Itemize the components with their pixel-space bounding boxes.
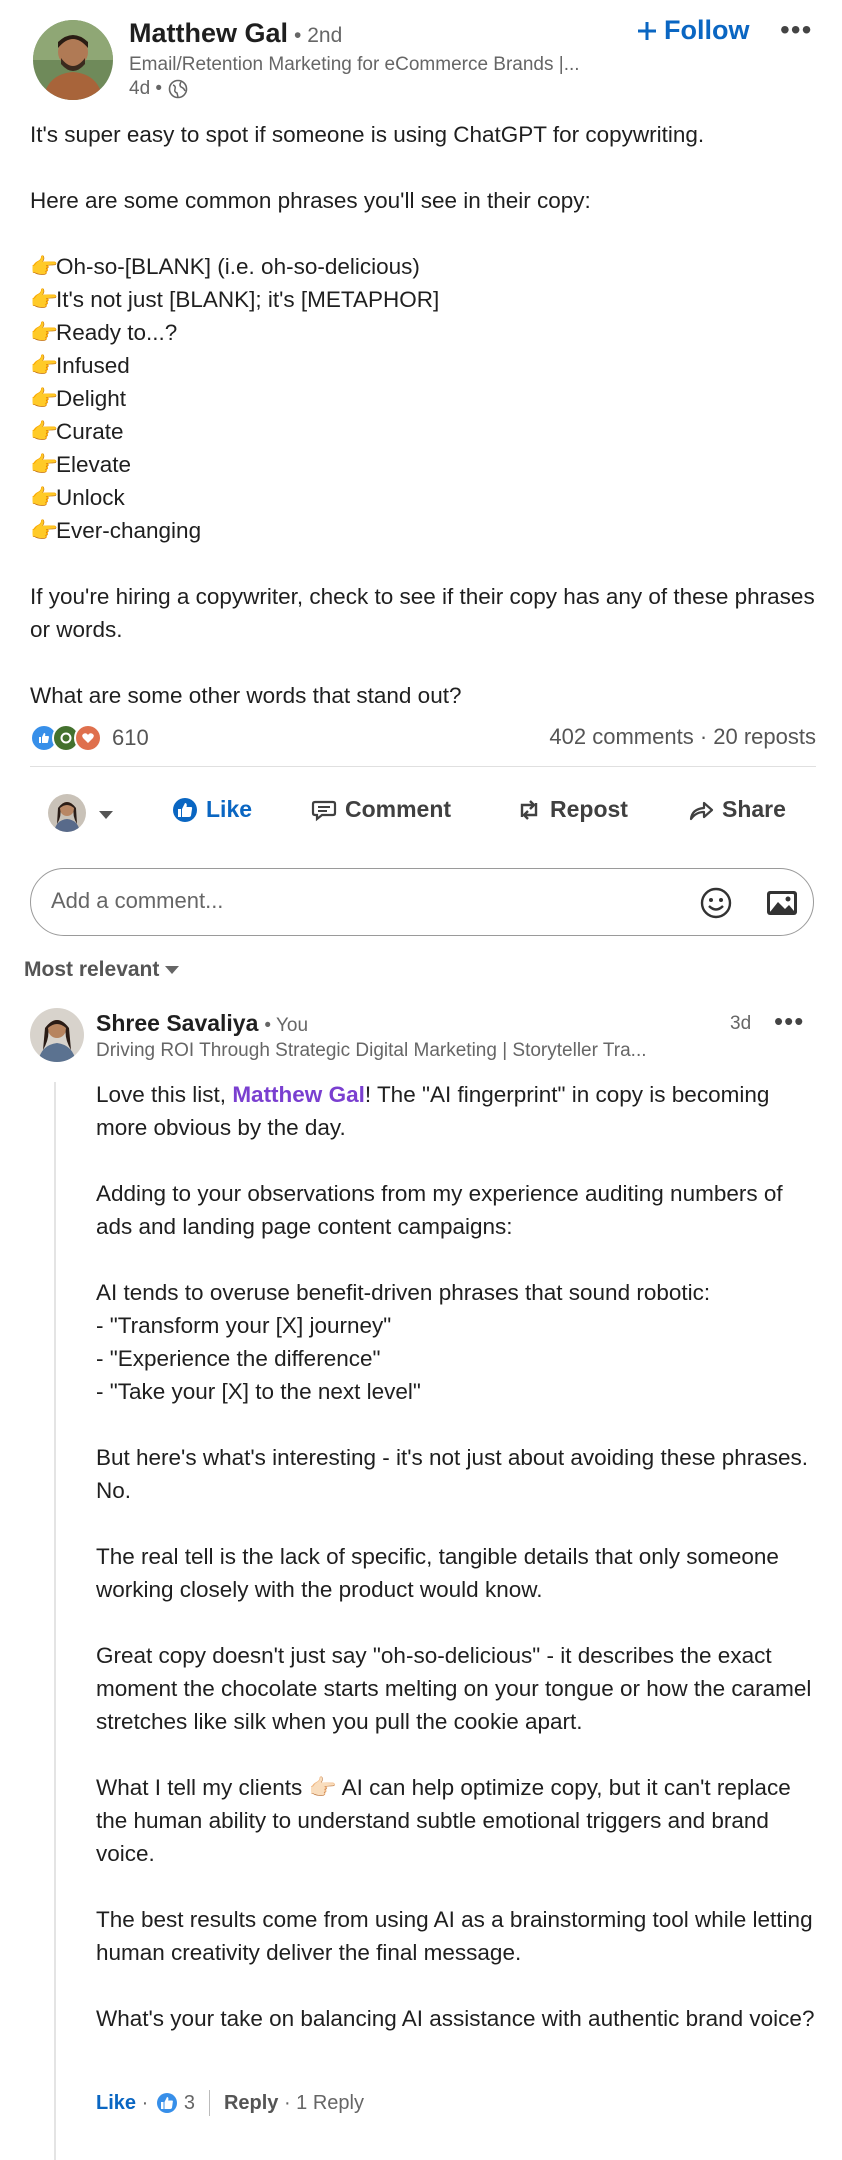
comment-like-button[interactable]: Like — [96, 2092, 136, 2115]
chevron-down-icon — [165, 965, 180, 975]
plus-icon — [636, 20, 658, 42]
comment-input[interactable] — [49, 887, 653, 915]
post-intro: It's super easy to spot if someone is us… — [30, 122, 705, 147]
phrase-list-item: 👉 Delight — [30, 382, 820, 415]
thread-line — [54, 1082, 56, 2160]
comment-paragraph: Great copy doesn't just say "oh-so-delic… — [96, 1643, 812, 1734]
author-avatar[interactable] — [33, 20, 113, 100]
phrase-text: Curate — [56, 419, 124, 444]
sort-dropdown[interactable]: Most relevant — [24, 958, 180, 982]
pointing-hand-icon: 👉 — [30, 254, 59, 279]
pointing-hand-icon: 👉 — [30, 386, 59, 411]
love-reaction-icon — [74, 724, 102, 752]
comment-paragraph: The best results come from using AI as a… — [96, 1907, 813, 1965]
repost-icon — [516, 797, 542, 823]
like-icon — [172, 797, 198, 823]
phrase-list-item: 👉 Unlock — [30, 481, 820, 514]
author-headline: Email/Retention Marketing for eCommerce … — [129, 54, 580, 75]
divider — [30, 766, 816, 767]
reply-count[interactable]: · 1 Reply — [278, 2092, 364, 2115]
pointing-hand-icon: 👉 — [30, 452, 59, 477]
post-time: 4d • — [129, 78, 188, 100]
phrase-list-item: 👉 Infused — [30, 349, 820, 382]
phrase-list-item: 👉 Curate — [30, 415, 820, 448]
like-button[interactable]: Like — [172, 796, 252, 823]
phrase-list-item: 👉 Ever-changing — [30, 514, 820, 547]
comment-paragraph: What I tell my clients 👉🏻 AI can help op… — [96, 1775, 791, 1866]
divider — [208, 2090, 210, 2116]
mention-link[interactable]: Matthew Gal — [232, 1082, 365, 1107]
pointing-hand-icon: 👉🏻 — [308, 1775, 337, 1800]
pointing-hand-icon: 👉 — [30, 419, 59, 444]
phrase-text: Delight — [56, 386, 127, 411]
actor-switch-chevron-icon[interactable] — [98, 810, 114, 820]
actor-avatar[interactable] — [48, 794, 86, 832]
commenter-headline: Driving ROI Through Strategic Digital Ma… — [96, 1040, 647, 1061]
repost-button[interactable]: Repost — [516, 796, 628, 823]
reaction-icons — [30, 724, 102, 752]
phrase-text: Ever-changing — [56, 518, 202, 543]
commenter-avatar[interactable] — [30, 1008, 84, 1062]
phrase-text: Ready to...? — [56, 320, 178, 345]
reaction-count: 610 — [112, 725, 149, 750]
phrase-text: Infused — [56, 353, 130, 378]
pointing-hand-icon: 👉 — [30, 287, 59, 312]
comment-phrase-item: - "Take your [X] to the next level" — [96, 1379, 421, 1404]
pointing-hand-icon: 👉 — [30, 485, 59, 510]
comment-like-count: 3 — [183, 2091, 195, 2114]
phrase-text: Oh-so-[BLANK] (i.e. oh-so-delicious) — [56, 254, 420, 279]
image-icon[interactable] — [765, 886, 799, 920]
commenter-name[interactable]: Shree Savaliya • You — [96, 1010, 308, 1037]
comment-paragraph: What's your take on balancing AI assista… — [96, 2006, 815, 2031]
phrase-text: Unlock — [56, 485, 125, 510]
connection-degree: • 2nd — [294, 24, 343, 47]
comment-box — [30, 868, 814, 936]
phrase-list-item: 👉 Oh-so-[BLANK] (i.e. oh-so-delicious) — [30, 250, 820, 283]
comment-more-button[interactable]: ••• — [774, 1006, 804, 1037]
share-button[interactable]: Share — [688, 796, 786, 823]
comment-button[interactable]: Comment — [311, 796, 451, 823]
comment-paragraph: AI tends to overuse benefit-driven phras… — [96, 1280, 711, 1305]
comment-time: 3d — [730, 1013, 752, 1034]
post-more-button[interactable]: ••• — [780, 14, 812, 46]
comment-icon — [311, 797, 337, 823]
pointing-hand-icon: 👉 — [30, 353, 59, 378]
comment-phrase-list: - "Transform your [X] journey" - "Experie… — [96, 1309, 818, 1408]
comment-text: Love this list, Matthew Gal! The "AI fin… — [96, 1078, 818, 2035]
pointing-hand-icon: 👉 — [30, 320, 59, 345]
comment-phrase-item: - "Transform your [X] journey" — [96, 1313, 392, 1338]
follow-button[interactable]: Follow — [636, 15, 749, 46]
like-count-icon — [156, 2092, 178, 2114]
post-text: It's super easy to spot if someone is us… — [30, 118, 820, 712]
globe-icon — [168, 79, 188, 99]
author-name[interactable]: Matthew Gal • 2nd — [129, 18, 342, 49]
share-arrow-icon — [688, 797, 714, 823]
emoji-icon[interactable] — [699, 886, 733, 920]
phrase-text: Elevate — [56, 452, 132, 477]
comments-reposts-count[interactable]: 402 comments · 20 reposts — [549, 724, 816, 750]
phrase-list: 👉 Oh-so-[BLANK] (i.e. oh-so-delicious) 👉 It… — [30, 250, 820, 547]
post-lead: Here are some common phrases you'll see … — [30, 188, 591, 213]
you-label: • You — [264, 1015, 309, 1036]
comment-paragraph: Love this list, Matthew Gal! The "AI fin… — [96, 1082, 770, 1140]
post-question: What are some other words that stand out… — [30, 683, 462, 708]
comment-actions: Like · 3 Reply · 1 Reply — [96, 2090, 364, 2116]
reply-button[interactable]: Reply — [224, 2092, 278, 2115]
comment-paragraph: The real tell is the lack of specific, t… — [96, 1544, 779, 1602]
post-closing: If you're hiring a copywriter, check to … — [30, 584, 815, 642]
comment-phrase-item: - "Experience the difference" — [96, 1346, 381, 1371]
comment-paragraph: But here's what's interesting - it's not… — [96, 1445, 809, 1503]
phrase-list-item: 👉 Elevate — [30, 448, 820, 481]
phrase-list-item: 👉 It's not just [BLANK]; it's [METAPHOR] — [30, 283, 820, 316]
phrase-list-item: 👉 Ready to...? — [30, 316, 820, 349]
comment-paragraph: Adding to your observations from my expe… — [96, 1181, 783, 1239]
pointing-hand-icon: 👉 — [30, 518, 59, 543]
phrase-text: It's not just [BLANK]; it's [METAPHOR] — [56, 287, 440, 312]
reactions-summary[interactable]: 610 — [30, 724, 149, 752]
